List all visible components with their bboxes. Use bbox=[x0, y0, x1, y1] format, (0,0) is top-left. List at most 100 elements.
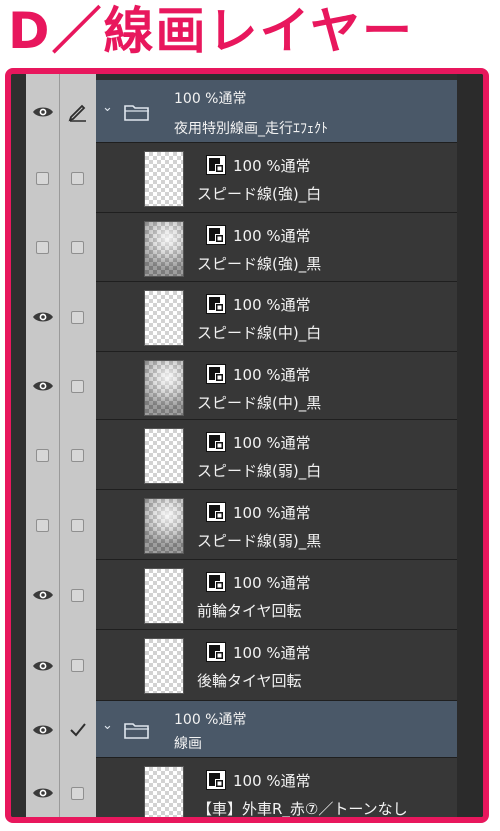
blend-mode-label: 100 %通常 bbox=[233, 574, 311, 592]
visibility-toggle[interactable] bbox=[26, 213, 59, 282]
layer-main[interactable]: 100 %通常 後輪タイヤ回転 bbox=[96, 630, 457, 701]
check-icon[interactable] bbox=[68, 721, 88, 739]
visibility-checkbox[interactable] bbox=[36, 518, 49, 532]
layer-main[interactable]: 100 %通常前輪タイヤ回転 bbox=[96, 560, 457, 630]
edit-lock-toggle[interactable] bbox=[59, 352, 96, 420]
edit-lock-toggle[interactable] bbox=[59, 213, 96, 282]
blend-mode-label: 100 %通常 bbox=[233, 504, 311, 522]
layer-panel: ⌄ 100 %通常 夜用特別線画_走行ｴﾌｪｸﾄ 100 %通常 スピード線(強)_白 1… bbox=[11, 74, 483, 817]
edit-lock-toggle[interactable] bbox=[59, 758, 96, 817]
edit-lock-toggle[interactable] bbox=[59, 490, 96, 560]
layer-row[interactable]: 100 %通常前輪タイヤ回転 bbox=[11, 560, 483, 630]
layer-name: 線画 bbox=[174, 736, 202, 752]
visibility-toggle[interactable] bbox=[26, 420, 59, 490]
lock-checkbox[interactable] bbox=[71, 379, 84, 393]
blend-mode-label: 100 %通常 bbox=[174, 712, 247, 728]
layer-main[interactable]: 100 %通常 スピード線(弱)_白 bbox=[96, 420, 457, 490]
folder-icon bbox=[124, 104, 149, 121]
eye-icon[interactable] bbox=[32, 310, 54, 324]
edit-lock-toggle[interactable] bbox=[59, 701, 96, 758]
chevron-down-icon[interactable]: ⌄ bbox=[102, 718, 113, 733]
visibility-toggle[interactable] bbox=[26, 490, 59, 560]
page-title: D／線画レイヤー bbox=[8, 2, 415, 60]
layer-row[interactable]: 100 %通常スピード線(弱)_黒 bbox=[11, 490, 483, 560]
raster-layer-icon bbox=[206, 432, 226, 452]
layer-row[interactable]: 100 %通常 スピード線(弱)_白 bbox=[11, 420, 483, 490]
visibility-toggle[interactable] bbox=[26, 630, 59, 701]
lock-checkbox[interactable] bbox=[71, 786, 84, 800]
folder-row[interactable]: ⌄ 100 %通常 夜用特別線画_走行ｴﾌｪｸﾄ bbox=[11, 80, 483, 143]
layer-row[interactable]: 100 %通常 【車】外車R_赤⑦／トーンなし bbox=[11, 758, 483, 818]
layer-name: スピード線(中)_黒 bbox=[197, 394, 322, 412]
raster-layer-icon bbox=[206, 364, 226, 384]
visibility-checkbox[interactable] bbox=[36, 241, 49, 254]
visibility-toggle[interactable] bbox=[26, 352, 59, 420]
layer-panel-frame: ⌄ 100 %通常 夜用特別線画_走行ｴﾌｪｸﾄ 100 %通常 スピード線(強)_白 1… bbox=[5, 68, 489, 823]
eye-icon[interactable] bbox=[32, 786, 54, 800]
raster-layer-icon bbox=[206, 770, 226, 790]
layer-row[interactable]: 100 %通常 スピード線(強)_黒 bbox=[11, 213, 483, 282]
visibility-toggle[interactable] bbox=[26, 560, 59, 630]
blend-mode-label: 100 %通常 bbox=[233, 366, 311, 384]
edit-lock-toggle[interactable] bbox=[59, 80, 96, 143]
layer-row[interactable]: 100 %通常 スピード線(中)_白 bbox=[11, 282, 483, 352]
layer-name: 【車】外車R_赤⑦／トーンなし bbox=[197, 800, 408, 818]
visibility-toggle[interactable] bbox=[26, 701, 59, 758]
layer-main[interactable]: 100 %通常スピード線(弱)_黒 bbox=[96, 490, 457, 560]
layer-thumbnail bbox=[144, 290, 184, 346]
raster-layer-icon bbox=[206, 155, 226, 175]
layer-name: スピード線(弱)_黒 bbox=[197, 532, 322, 550]
layer-main[interactable]: 100 %通常 【車】外車R_赤⑦／トーンなし bbox=[96, 758, 457, 818]
pen-icon[interactable] bbox=[67, 101, 89, 123]
eye-icon[interactable] bbox=[32, 659, 54, 673]
raster-layer-icon bbox=[206, 642, 226, 662]
layer-name: スピード線(強)_黒 bbox=[197, 255, 322, 273]
visibility-checkbox[interactable] bbox=[36, 171, 49, 185]
visibility-toggle[interactable] bbox=[26, 282, 59, 352]
edit-lock-toggle[interactable] bbox=[59, 630, 96, 701]
layer-thumbnail bbox=[144, 360, 184, 416]
raster-layer-icon bbox=[206, 572, 226, 592]
visibility-toggle[interactable] bbox=[26, 143, 59, 213]
layer-main[interactable]: ⌄ 100 %通常 夜用特別線画_走行ｴﾌｪｸﾄ bbox=[96, 80, 457, 143]
lock-checkbox[interactable] bbox=[71, 241, 84, 254]
layer-main[interactable]: 100 %通常スピード線(強)_白 bbox=[96, 143, 457, 213]
layer-name: スピード線(弱)_白 bbox=[197, 462, 322, 480]
lock-checkbox[interactable] bbox=[71, 171, 84, 185]
edit-lock-toggle[interactable] bbox=[59, 143, 96, 213]
edit-lock-toggle[interactable] bbox=[59, 282, 96, 352]
folder-row[interactable]: ⌄ 100 %通常 線画 bbox=[11, 701, 483, 758]
layer-name: スピード線(強)_白 bbox=[197, 185, 322, 203]
visibility-checkbox[interactable] bbox=[36, 448, 49, 462]
edit-lock-toggle[interactable] bbox=[59, 420, 96, 490]
eye-icon[interactable] bbox=[32, 105, 54, 119]
edit-lock-toggle[interactable] bbox=[59, 560, 96, 630]
layer-thumbnail bbox=[144, 221, 184, 277]
eye-icon[interactable] bbox=[32, 588, 54, 602]
layer-name: 前輪タイヤ回転 bbox=[197, 602, 302, 620]
layer-main[interactable]: 100 %通常スピード線(中)_黒 bbox=[96, 352, 457, 420]
lock-checkbox[interactable] bbox=[71, 518, 84, 532]
layer-thumbnail bbox=[144, 638, 184, 694]
layer-row[interactable]: 100 %通常スピード線(中)_黒 bbox=[11, 352, 483, 420]
blend-mode-label: 100 %通常 bbox=[233, 644, 311, 662]
blend-mode-label: 100 %通常 bbox=[233, 157, 311, 175]
lock-checkbox[interactable] bbox=[71, 659, 84, 672]
lock-checkbox[interactable] bbox=[71, 310, 84, 324]
visibility-toggle[interactable] bbox=[26, 80, 59, 143]
layer-row[interactable]: 100 %通常 後輪タイヤ回転 bbox=[11, 630, 483, 701]
lock-checkbox[interactable] bbox=[71, 448, 84, 462]
layer-thumbnail bbox=[144, 766, 184, 817]
raster-layer-icon bbox=[206, 225, 226, 245]
lock-checkbox[interactable] bbox=[71, 588, 84, 602]
layer-main[interactable]: ⌄ 100 %通常 線画 bbox=[96, 701, 457, 758]
layer-row[interactable]: 100 %通常スピード線(強)_白 bbox=[11, 143, 483, 213]
eye-icon[interactable] bbox=[32, 723, 54, 737]
eye-icon[interactable] bbox=[32, 379, 54, 393]
layer-name: 夜用特別線画_走行ｴﾌｪｸﾄ bbox=[174, 121, 328, 137]
layer-main[interactable]: 100 %通常 スピード線(強)_黒 bbox=[96, 213, 457, 282]
raster-layer-icon bbox=[206, 502, 226, 522]
layer-main[interactable]: 100 %通常 スピード線(中)_白 bbox=[96, 282, 457, 352]
chevron-down-icon[interactable]: ⌄ bbox=[102, 100, 113, 115]
visibility-toggle[interactable] bbox=[26, 758, 59, 817]
